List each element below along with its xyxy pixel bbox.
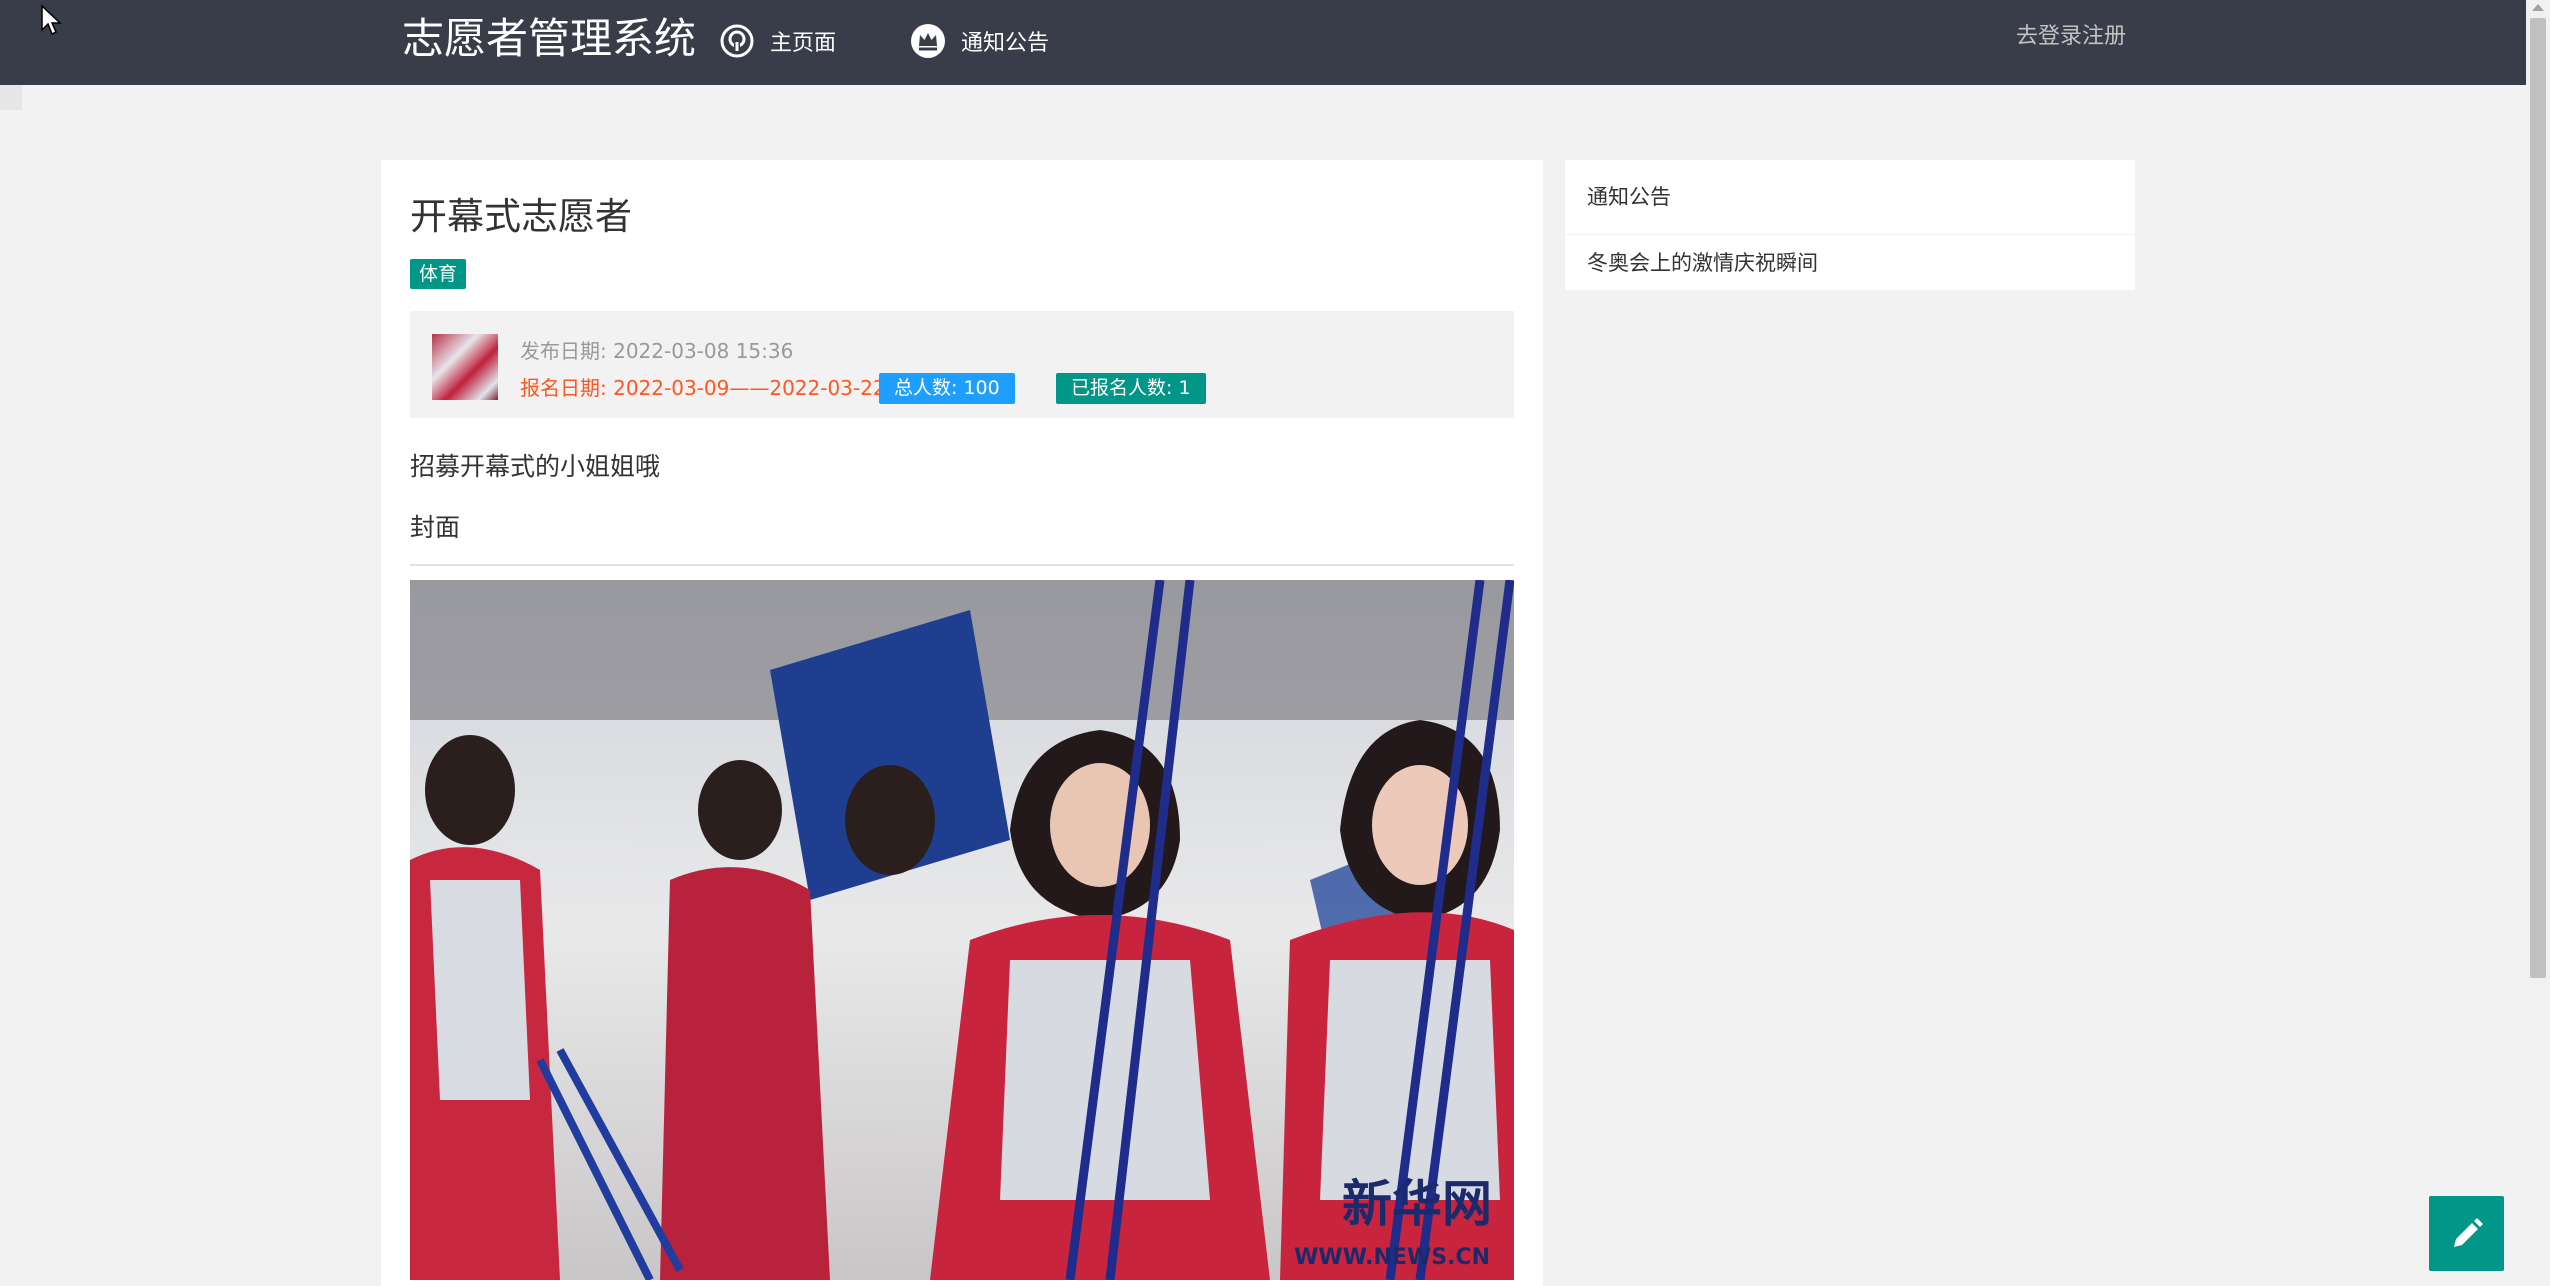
cover-image: 新华网 WWW.NEWS.CN [410, 580, 1514, 1280]
article-card: 开幕式志愿者 体育 发布日期: 2022-03-08 15:36 报名日期: 2… [381, 160, 1543, 1286]
signed-count-value: 1 [1178, 377, 1191, 399]
scroll-up-arrow-icon[interactable] [2532, 4, 2544, 11]
category-tag: 体育 [410, 259, 467, 289]
edit-fab-button[interactable] [2429, 1196, 2504, 1271]
home-icon [720, 24, 754, 58]
cover-watermark-cn: 新华网 [1342, 1175, 1492, 1233]
nav-notice[interactable]: 通知公告 [909, 20, 1049, 62]
top-header: 志愿者管理系统 主页面 通知公告 去登录注册 [0, 0, 2526, 85]
mouse-cursor-icon [41, 4, 62, 36]
publish-date-line: 发布日期: 2022-03-08 15:36 [520, 337, 793, 365]
side-toggle-tab[interactable] [0, 85, 22, 110]
signed-count-badge: 已报名人数: 1 [1056, 373, 1206, 404]
register-date-label: 报名日期: [520, 376, 607, 400]
pencil-icon [2453, 1217, 2483, 1247]
publish-date-label: 发布日期: [520, 339, 607, 363]
scrollbar-thumb[interactable] [2530, 18, 2546, 978]
publish-date-value: 2022-03-08 15:36 [613, 339, 794, 363]
nav-home-label: 主页面 [770, 31, 837, 56]
article-title: 开幕式志愿者 [410, 195, 632, 238]
register-date-value: 2022-03-09——2022-03-22 [613, 376, 886, 400]
register-date-line: 报名日期: 2022-03-09——2022-03-22 [520, 374, 886, 402]
sidebar-item-notice[interactable]: 冬奥会上的激情庆祝瞬间 [1587, 247, 1818, 279]
login-register-link[interactable]: 去登录注册 [2016, 22, 2126, 52]
article-description: 招募开幕式的小姐姐哦 [410, 452, 661, 481]
notice-sidebar: 通知公告 冬奥会上的激情庆祝瞬间 [1565, 160, 2135, 290]
total-count-badge: 总人数: 100 [879, 373, 1015, 404]
total-count-label: 总人数: [894, 377, 958, 399]
cover-watermark-en: WWW.NEWS.CN [1294, 1245, 1490, 1270]
article-thumbnail [432, 334, 498, 400]
site-logo[interactable]: 志愿者管理系统 [402, 13, 696, 65]
crown-icon [911, 24, 945, 58]
nav-home[interactable]: 主页面 [718, 20, 836, 62]
signed-count-label: 已报名人数: [1071, 377, 1173, 399]
sidebar-heading: 通知公告 [1565, 160, 2135, 235]
page-scrollbar[interactable] [2526, 0, 2550, 1286]
nav-notice-label: 通知公告 [961, 31, 1050, 56]
cover-divider [410, 564, 1514, 566]
total-count-value: 100 [963, 377, 1000, 399]
article-meta: 发布日期: 2022-03-08 15:36 报名日期: 2022-03-09—… [410, 311, 1514, 418]
cover-heading: 封面 [410, 513, 461, 542]
